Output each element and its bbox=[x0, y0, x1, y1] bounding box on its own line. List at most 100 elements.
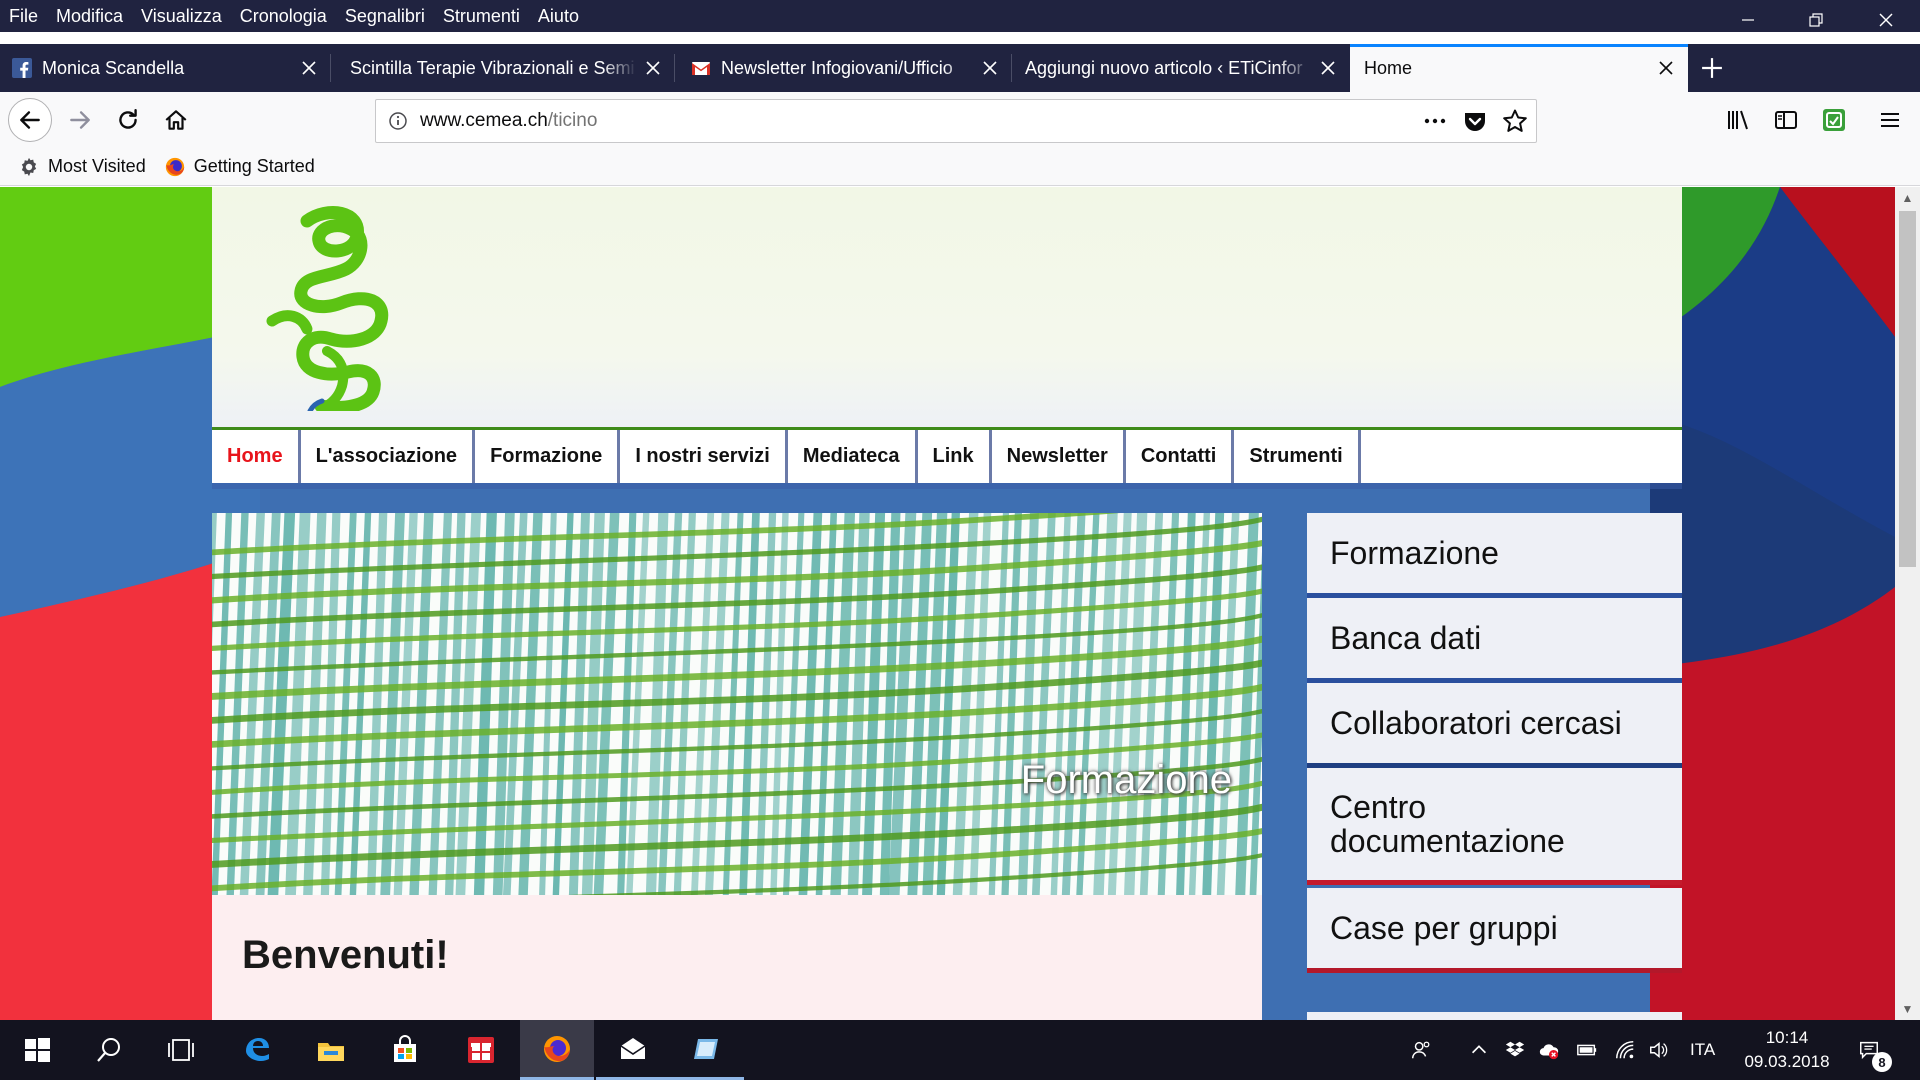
site-main-navigation: Home L'associazione Formazione I nostri … bbox=[212, 427, 1682, 483]
sidebar-link-collaboratori[interactable]: Collaboratori cercasi bbox=[1307, 683, 1682, 768]
hero-image-grid bbox=[212, 513, 1262, 895]
url-text[interactable]: www.cemea.ch/ticino bbox=[420, 110, 597, 132]
tab-close-button[interactable] bbox=[1650, 52, 1682, 84]
tab-close-button[interactable] bbox=[1312, 52, 1344, 84]
taskbar-edge[interactable] bbox=[220, 1020, 294, 1080]
sidebar-link-label: Formazione bbox=[1330, 534, 1499, 571]
sidebar-link-formazione[interactable]: Formazione bbox=[1307, 513, 1682, 598]
menu-strumenti[interactable]: Strumenti bbox=[434, 0, 529, 32]
sidebar-link-centro-documentazione[interactable]: Centro documentazione bbox=[1307, 768, 1682, 885]
hamburger-menu-button[interactable] bbox=[1870, 100, 1910, 140]
task-view-icon bbox=[168, 1039, 194, 1061]
firefox-icon bbox=[544, 1035, 570, 1062]
close-icon bbox=[646, 61, 660, 75]
sidebar-link-next[interactable] bbox=[1307, 1012, 1682, 1020]
people-button[interactable] bbox=[1410, 1020, 1432, 1080]
bookmark-most-visited[interactable]: Most Visited bbox=[18, 156, 146, 178]
taskbar-gift-app[interactable] bbox=[444, 1020, 518, 1080]
site-nav-servizi[interactable]: I nostri servizi bbox=[620, 430, 788, 483]
tab-scintilla[interactable]: Scintilla Terapie Vibrazionali e Semi bbox=[338, 44, 675, 92]
menu-aiuto[interactable]: Aiuto bbox=[529, 0, 588, 32]
tab-monica-scandella[interactable]: Monica Scandella bbox=[0, 44, 331, 92]
pocket-button[interactable] bbox=[1462, 108, 1488, 134]
home-button[interactable] bbox=[156, 100, 196, 140]
menu-visualizza[interactable]: Visualizza bbox=[132, 0, 231, 32]
site-nav-newsletter[interactable]: Newsletter bbox=[992, 430, 1126, 483]
tab-aggiungi-articolo[interactable]: Aggiungi nuovo articolo ‹ ETiCinfor bbox=[1013, 44, 1350, 92]
cloud-error-icon bbox=[1539, 1044, 1559, 1060]
close-icon bbox=[1321, 61, 1335, 75]
library-button[interactable] bbox=[1718, 100, 1758, 140]
site-container: Home L'associazione Formazione I nostri … bbox=[212, 187, 1682, 1020]
site-nav-home[interactable]: Home bbox=[212, 430, 301, 483]
restore-button[interactable] bbox=[1782, 0, 1850, 40]
tray-overflow-button[interactable] bbox=[1468, 1020, 1490, 1080]
scroll-down-arrow[interactable]: ▼ bbox=[1895, 998, 1920, 1020]
search-icon bbox=[97, 1038, 120, 1062]
bookmark-star-button[interactable] bbox=[1502, 108, 1528, 134]
taskbar-notes-app[interactable] bbox=[670, 1020, 744, 1080]
extension-button[interactable] bbox=[1814, 100, 1854, 140]
tab-close-button[interactable] bbox=[293, 52, 325, 84]
minimize-icon bbox=[1742, 19, 1754, 21]
taskbar-mail[interactable] bbox=[596, 1020, 670, 1080]
minimize-button[interactable] bbox=[1714, 0, 1782, 40]
task-view-button[interactable] bbox=[144, 1020, 218, 1080]
tray-dropbox[interactable] bbox=[1504, 1020, 1526, 1080]
bookmark-label: Most Visited bbox=[48, 156, 146, 176]
tab-home[interactable]: Home bbox=[1350, 44, 1688, 92]
tab-newsletter-infogiovani[interactable]: Newsletter Infogiovani/Ufficio bbox=[679, 44, 1012, 92]
scroll-up-arrow[interactable]: ▲ bbox=[1895, 187, 1920, 209]
action-center-button[interactable]: 8 bbox=[1858, 1020, 1892, 1080]
page-actions-button[interactable] bbox=[1422, 108, 1448, 134]
search-button[interactable] bbox=[72, 1020, 146, 1080]
site-nav-link[interactable]: Link bbox=[918, 430, 992, 483]
sidebar-link-label: Case per gruppi bbox=[1330, 909, 1558, 946]
tray-cloud-sync[interactable] bbox=[1538, 1020, 1560, 1080]
new-tab-button[interactable] bbox=[1690, 50, 1734, 86]
tray-volume[interactable] bbox=[1648, 1020, 1670, 1080]
scroll-thumb[interactable] bbox=[1899, 211, 1916, 567]
site-nav-strumenti[interactable]: Strumenti bbox=[1234, 430, 1361, 483]
tray-wifi[interactable] bbox=[1614, 1020, 1636, 1080]
forward-button[interactable] bbox=[60, 100, 100, 140]
close-icon bbox=[1659, 61, 1673, 75]
site-nav-associazione[interactable]: L'associazione bbox=[301, 430, 476, 483]
menu-segnalibri[interactable]: Segnalibri bbox=[336, 0, 434, 32]
bookmark-getting-started[interactable]: Getting Started bbox=[164, 156, 315, 178]
tray-battery[interactable] bbox=[1576, 1020, 1598, 1080]
sidebar-link-case-gruppi[interactable]: Case per gruppi bbox=[1307, 888, 1682, 973]
url-bar[interactable]: www.cemea.ch/ticino bbox=[375, 99, 1537, 143]
sidebar-link-banca-dati[interactable]: Banca dati bbox=[1307, 598, 1682, 683]
tab-close-button[interactable] bbox=[637, 52, 669, 84]
tray-language[interactable]: ITA bbox=[1690, 1020, 1715, 1080]
start-button[interactable] bbox=[0, 1020, 74, 1080]
hero-caption: Formazione bbox=[1020, 758, 1232, 802]
reload-button[interactable] bbox=[108, 100, 148, 140]
site-nav-contatti[interactable]: Contatti bbox=[1126, 430, 1235, 483]
tab-close-button[interactable] bbox=[974, 52, 1006, 84]
navigation-toolbar: www.cemea.ch/ticino bbox=[0, 92, 1920, 148]
site-info-icon[interactable] bbox=[376, 111, 420, 131]
sidebar-toggle-button[interactable] bbox=[1766, 100, 1806, 140]
menu-file[interactable]: File bbox=[0, 0, 47, 32]
speaker-icon bbox=[1650, 1042, 1668, 1058]
star-icon bbox=[1503, 109, 1527, 132]
menu-cronologia[interactable]: Cronologia bbox=[231, 0, 336, 32]
notification-count-badge: 8 bbox=[1872, 1052, 1892, 1072]
taskbar-store[interactable] bbox=[368, 1020, 442, 1080]
taskbar-firefox[interactable] bbox=[520, 1020, 594, 1080]
restore-icon bbox=[1809, 13, 1823, 27]
close-window-button[interactable] bbox=[1852, 0, 1920, 40]
dropbox-icon bbox=[1505, 1041, 1525, 1057]
taskbar-file-explorer[interactable] bbox=[294, 1020, 368, 1080]
cemea-logo[interactable] bbox=[252, 201, 412, 411]
menu-modifica[interactable]: Modifica bbox=[47, 0, 132, 32]
page-scrollbar[interactable]: ▲ ▼ bbox=[1895, 187, 1920, 1020]
hero-banner[interactable]: Formazione bbox=[212, 513, 1262, 895]
site-nav-formazione[interactable]: Formazione bbox=[475, 430, 621, 483]
back-button[interactable] bbox=[8, 98, 52, 142]
taskbar-clock[interactable]: 10:14 09.03.2018 bbox=[1728, 1026, 1846, 1074]
site-nav-mediateca[interactable]: Mediateca bbox=[788, 430, 918, 483]
gift-icon bbox=[468, 1037, 494, 1063]
